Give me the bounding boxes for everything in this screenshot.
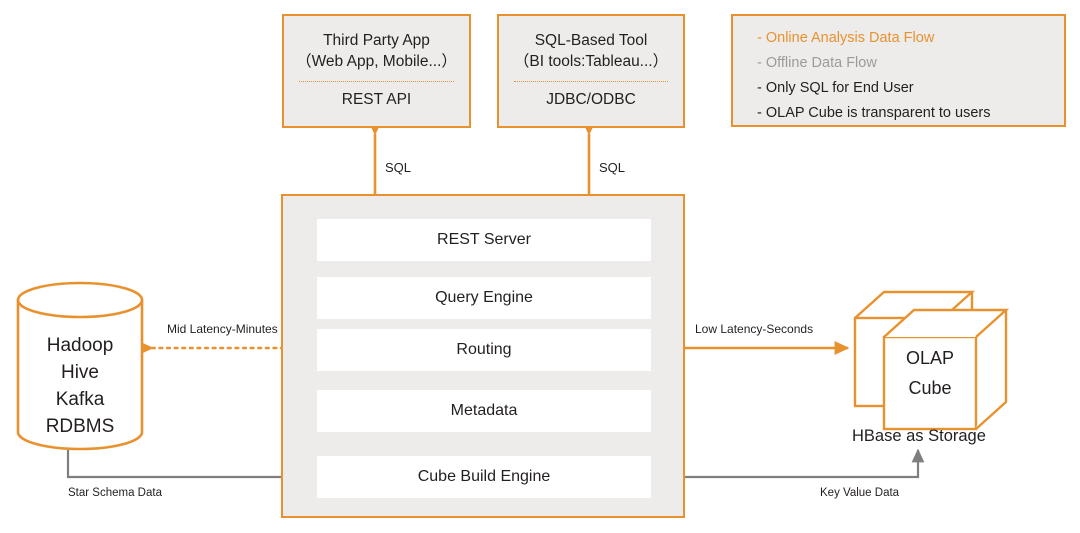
client-box-third-party-app[interactable]: Third Party App （Web App, Mobile...） RES… (282, 14, 471, 128)
hbase-storage-label: HBase as Storage (852, 427, 986, 445)
engine-row-label: Routing (456, 341, 512, 358)
datasource-line-kafka: Kafka (55, 389, 105, 410)
engine-row-routing[interactable]: Routing (317, 329, 651, 371)
datasource-labels: Hadoop Hive Kafka RDBMS (18, 332, 142, 440)
kylin-engine-container: REST Server Query Engine Routing Metadat… (281, 194, 685, 518)
engine-row-rest-server[interactable]: REST Server (317, 219, 651, 261)
architecture-diagram: Third Party App （Web App, Mobile...） RES… (0, 0, 1080, 533)
client-title-line1: SQL-Based Tool (534, 32, 648, 49)
key-value-connector (646, 448, 925, 479)
key-value-label: Key Value Data (820, 487, 900, 499)
legend-label: - Offline Data Flow (757, 54, 877, 71)
engine-row-query-engine[interactable]: Query Engine (317, 277, 651, 319)
legend-box: - Online Analysis Data Flow - Offline Da… (731, 14, 1066, 127)
client-title-line1: Third Party App (323, 32, 430, 49)
engine-row-metadata[interactable]: Metadata (317, 390, 651, 432)
legend-item-online-analysis: - Online Analysis Data Flow (733, 25, 1064, 50)
engine-row-label: Metadata (450, 402, 518, 419)
client-box-sql-based-tool[interactable]: SQL-Based Tool （BI tools:Tableau...） JDB… (497, 14, 685, 128)
engine-row-label: Query Engine (435, 289, 533, 306)
olap-cube-label-line2: Cube (908, 378, 952, 398)
sql-label-right: SQL (599, 160, 626, 175)
engine-row-label: Cube Build Engine (417, 468, 551, 485)
client-divider (298, 81, 455, 82)
datasource-line-hive: Hive (60, 362, 99, 383)
client-divider (513, 81, 669, 82)
star-schema-label: Star Schema Data (68, 487, 162, 499)
low-latency-label: Low Latency-Seconds (695, 322, 814, 336)
legend-item-olap-transparent: - OLAP Cube is transparent to users (733, 100, 1064, 125)
client-api-label: REST API (341, 91, 412, 108)
engine-row-cube-build-engine[interactable]: Cube Build Engine (317, 456, 651, 498)
client-title-line2: （Web App, Mobile...） (296, 53, 457, 70)
olap-cube-label-line1: OLAP (905, 348, 955, 368)
sql-label-left: SQL (385, 160, 412, 175)
mid-latency-label: Mid Latency-Minutes (167, 322, 278, 336)
legend-label: - Only SQL for End User (757, 79, 914, 96)
datasource-line-hadoop: Hadoop (46, 335, 114, 356)
legend-label: - Online Analysis Data Flow (757, 29, 935, 46)
legend-item-offline: - Offline Data Flow (733, 50, 1064, 75)
datasource-line-rdbms: RDBMS (45, 416, 115, 437)
legend-item-only-sql: - Only SQL for End User (733, 75, 1064, 100)
engine-row-label: REST Server (437, 231, 531, 248)
client-api-label: JDBC/ODBC (546, 91, 636, 108)
client-title-line2: （BI tools:Tableau...） (513, 53, 669, 70)
legend-label: - OLAP Cube is transparent to users (757, 104, 991, 121)
